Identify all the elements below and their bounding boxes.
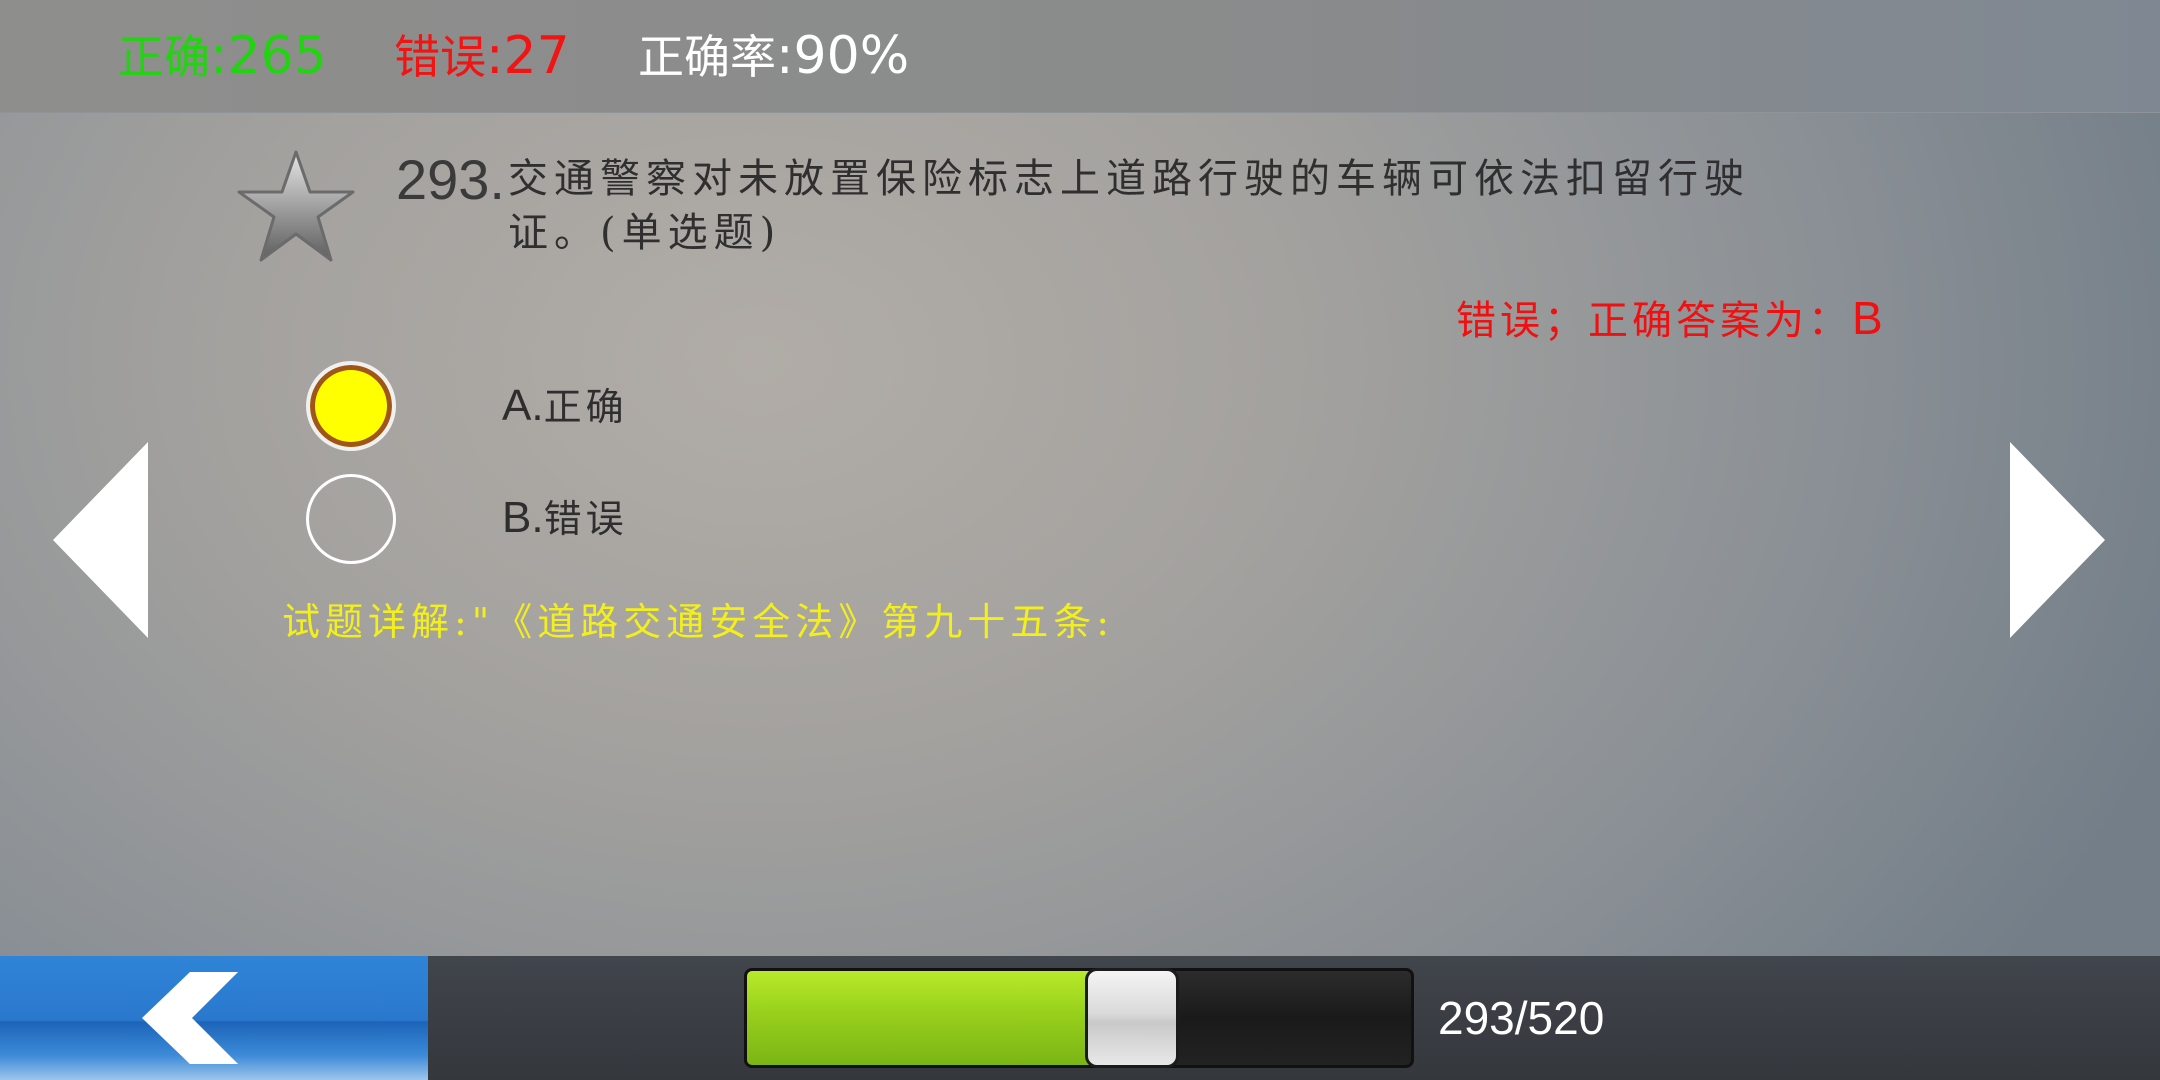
accuracy-rate-label: 正确率 bbox=[638, 30, 776, 84]
option-a-key: A. bbox=[502, 381, 544, 430]
correct-count-value: :265 bbox=[210, 26, 327, 86]
option-a-radio[interactable] bbox=[306, 361, 396, 451]
progress-slider-thumb[interactable] bbox=[1085, 968, 1179, 1068]
bottom-bar: 293/520 bbox=[0, 956, 2160, 1080]
option-b-label[interactable]: B.错误 bbox=[502, 490, 628, 547]
stats-bar: 正确:265 错误:27 正确率:90% bbox=[0, 0, 2160, 113]
option-a-label[interactable]: A.正确 bbox=[502, 378, 628, 435]
chevron-left-icon bbox=[142, 972, 272, 1064]
previous-question-button[interactable] bbox=[53, 442, 148, 638]
question-explanation: 试题详解:"《道路交通安全法》第九十五条: bbox=[282, 600, 1115, 644]
star-icon bbox=[237, 150, 355, 262]
correct-count: 正确:265 bbox=[118, 24, 327, 89]
question-text: 交通警察对未放置保险标志上道路行驶的车辆可依法扣留行驶证。(单选题) bbox=[508, 156, 1750, 256]
wrong-count: 错误:27 bbox=[394, 24, 570, 89]
triangle-left-icon bbox=[53, 442, 148, 638]
correct-count-label: 正确 bbox=[118, 30, 210, 84]
accuracy-rate-value: :90% bbox=[776, 26, 910, 86]
progress-slider-track[interactable] bbox=[744, 968, 1414, 1068]
wrong-count-label: 错误 bbox=[394, 30, 486, 84]
back-button[interactable] bbox=[0, 956, 428, 1080]
answer-result: 错误；正确答案为：B bbox=[1456, 290, 1883, 349]
next-question-button[interactable] bbox=[2010, 442, 2105, 638]
question-number: 293. bbox=[396, 148, 505, 211]
triangle-right-icon bbox=[2010, 442, 2105, 638]
answer-result-text: 错误；正确答案为： bbox=[1456, 298, 1852, 344]
correct-answer-key: B bbox=[1852, 292, 1883, 344]
option-b-text: 错误 bbox=[543, 497, 628, 541]
favorite-star-button[interactable] bbox=[234, 148, 358, 266]
question-counter: 293/520 bbox=[1438, 992, 1605, 1044]
quiz-screen: 正确:265 错误:27 正确率:90% 293. 交通警察对未放置保险标志上道… bbox=[0, 0, 2160, 1080]
option-b-key: B. bbox=[502, 493, 544, 542]
wrong-count-value: :27 bbox=[486, 26, 570, 86]
option-b-radio[interactable] bbox=[306, 474, 396, 564]
progress-slider-fill bbox=[747, 971, 1135, 1065]
accuracy-rate: 正确率:90% bbox=[638, 24, 909, 89]
option-a-text: 正确 bbox=[543, 385, 628, 429]
